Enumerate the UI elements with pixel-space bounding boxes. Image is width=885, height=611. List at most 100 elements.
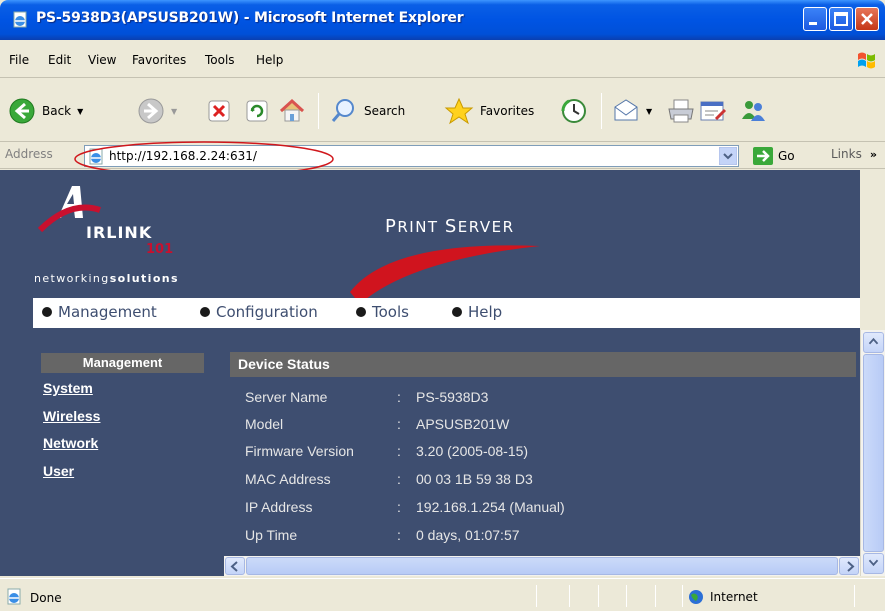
scroll-right-button[interactable] xyxy=(839,557,859,575)
ie-page-icon xyxy=(7,588,21,605)
airlink101-logo-mark: IRLINK 101 xyxy=(37,186,173,257)
address-dropdown-icon[interactable] xyxy=(719,147,737,165)
mail-icon xyxy=(614,99,638,121)
menu-edit[interactable]: Edit xyxy=(48,53,71,67)
sidebar-link-wireless[interactable]: Wireless xyxy=(43,408,100,424)
status-row-firmware: Firmware Version:3.20 (2005-08-15) xyxy=(245,443,528,459)
search-button[interactable]: Search xyxy=(330,91,405,131)
windows-flag-icon xyxy=(858,52,875,69)
horizontal-scrollbar[interactable] xyxy=(224,556,860,576)
minimize-icon xyxy=(809,22,817,25)
status-divider xyxy=(536,585,537,607)
chevron-right-icon xyxy=(847,561,855,572)
row-separator: : xyxy=(397,443,401,459)
forward-button[interactable]: ▼ xyxy=(137,91,177,131)
device-status-heading: Device Status xyxy=(230,352,856,377)
security-zone: Internet xyxy=(688,589,758,605)
row-label: IP Address xyxy=(245,499,313,515)
maximize-button[interactable] xyxy=(829,7,853,31)
favorites-button[interactable]: Favorites xyxy=(444,91,534,131)
row-separator: : xyxy=(397,499,401,515)
product-title-rint: RINT xyxy=(397,218,445,236)
stop-button[interactable] xyxy=(207,91,231,131)
logo-tagline: networkingsolutions xyxy=(34,272,179,285)
title-bar[interactable]: PS-5938D3(APSUSB201W) - Microsoft Intern… xyxy=(0,0,885,40)
edit-button[interactable] xyxy=(698,91,728,131)
forward-dropdown-icon[interactable]: ▼ xyxy=(171,107,177,116)
scroll-left-button[interactable] xyxy=(225,557,245,575)
search-label: Search xyxy=(364,104,406,118)
status-divider xyxy=(854,585,855,607)
status-divider xyxy=(626,585,627,607)
product-title-s: S xyxy=(444,216,458,237)
horizontal-scroll-thumb[interactable] xyxy=(246,557,838,575)
print-button[interactable] xyxy=(666,91,696,131)
go-button[interactable]: Go xyxy=(753,147,795,165)
close-button[interactable] xyxy=(855,7,879,31)
sidebar-heading: Management xyxy=(41,353,204,373)
product-title-erver: ERVER xyxy=(457,218,515,236)
messenger-people-icon xyxy=(742,101,765,121)
bullet-icon xyxy=(452,307,462,317)
nav-configuration[interactable]: Configuration xyxy=(200,303,318,321)
nav-help-label: Help xyxy=(468,303,503,321)
chevron-right-icon: » xyxy=(869,148,877,161)
window-title: PS-5938D3(APSUSB201W) - Microsoft Intern… xyxy=(36,10,464,26)
menu-view[interactable]: View xyxy=(88,53,116,67)
status-divider xyxy=(655,585,656,607)
nav-help[interactable]: Help xyxy=(452,303,502,321)
status-row-model: Model: APSUSB201W xyxy=(245,416,509,432)
menu-favorites[interactable]: Favorites xyxy=(132,53,186,67)
status-row-uptime: Up Time:0 days, 01:07:57 xyxy=(245,527,520,543)
nav-management[interactable]: Management xyxy=(42,303,157,321)
home-button[interactable] xyxy=(278,91,306,131)
minimize-button[interactable] xyxy=(803,7,827,31)
ie-page-icon xyxy=(13,11,27,28)
tagline-suffix: solutions xyxy=(109,272,179,285)
nav-tools[interactable]: Tools xyxy=(356,303,409,321)
bullet-icon xyxy=(200,307,210,317)
toolbar: Back ▼ ▼ Search Favorites ▼ xyxy=(0,79,885,142)
chevron-up-icon xyxy=(868,337,879,345)
sidebar-link-user[interactable]: User xyxy=(43,463,74,479)
logo-word: IRLINK xyxy=(86,223,152,242)
menu-file[interactable]: File xyxy=(9,53,29,67)
menu-bar: File Edit View Favorites Tools Help xyxy=(0,40,885,78)
row-separator: : xyxy=(397,416,401,432)
row-value: 00 03 1B 59 38 D3 xyxy=(416,471,533,487)
back-button[interactable]: Back ▼ xyxy=(8,91,83,131)
favorites-star-icon xyxy=(444,97,474,125)
bullet-icon xyxy=(356,307,366,317)
mail-button[interactable]: ▼ xyxy=(612,91,652,131)
mail-dropdown-icon[interactable]: ▼ xyxy=(646,107,652,116)
product-title: PRINT SERVER xyxy=(385,216,515,237)
row-value: APSUSB201W xyxy=(416,416,510,432)
scroll-down-button[interactable] xyxy=(863,553,884,574)
history-button[interactable] xyxy=(560,91,588,131)
menu-tools[interactable]: Tools xyxy=(205,53,235,67)
scroll-up-button[interactable] xyxy=(863,332,884,353)
links-button[interactable]: Links » xyxy=(831,147,877,161)
vertical-scroll-thumb[interactable] xyxy=(863,354,884,552)
menu-help[interactable]: Help xyxy=(256,53,283,67)
row-value: 3.20 (2005-08-15) xyxy=(416,443,529,459)
refresh-button[interactable] xyxy=(245,91,269,131)
sidebar-link-network[interactable]: Network xyxy=(43,435,98,451)
product-title-p: P xyxy=(385,216,398,237)
maximize-icon xyxy=(834,12,848,26)
back-dropdown-icon[interactable]: ▼ xyxy=(77,107,83,116)
sidebar-link-system[interactable]: System xyxy=(43,380,93,396)
messenger-button[interactable] xyxy=(738,91,768,131)
row-label: Firmware Version xyxy=(245,443,354,459)
chevron-left-icon xyxy=(230,561,238,572)
row-separator: : xyxy=(397,471,401,487)
printer-icon xyxy=(668,99,694,123)
nav-configuration-label: Configuration xyxy=(216,303,318,321)
address-label: Address xyxy=(5,147,53,161)
search-icon xyxy=(331,99,354,122)
row-label: Up Time xyxy=(245,527,298,543)
row-value: 192.168.1.254 (Manual) xyxy=(416,499,565,515)
history-icon xyxy=(561,99,586,123)
vertical-scrollbar[interactable] xyxy=(860,330,885,576)
toolbar-separator xyxy=(601,93,602,129)
